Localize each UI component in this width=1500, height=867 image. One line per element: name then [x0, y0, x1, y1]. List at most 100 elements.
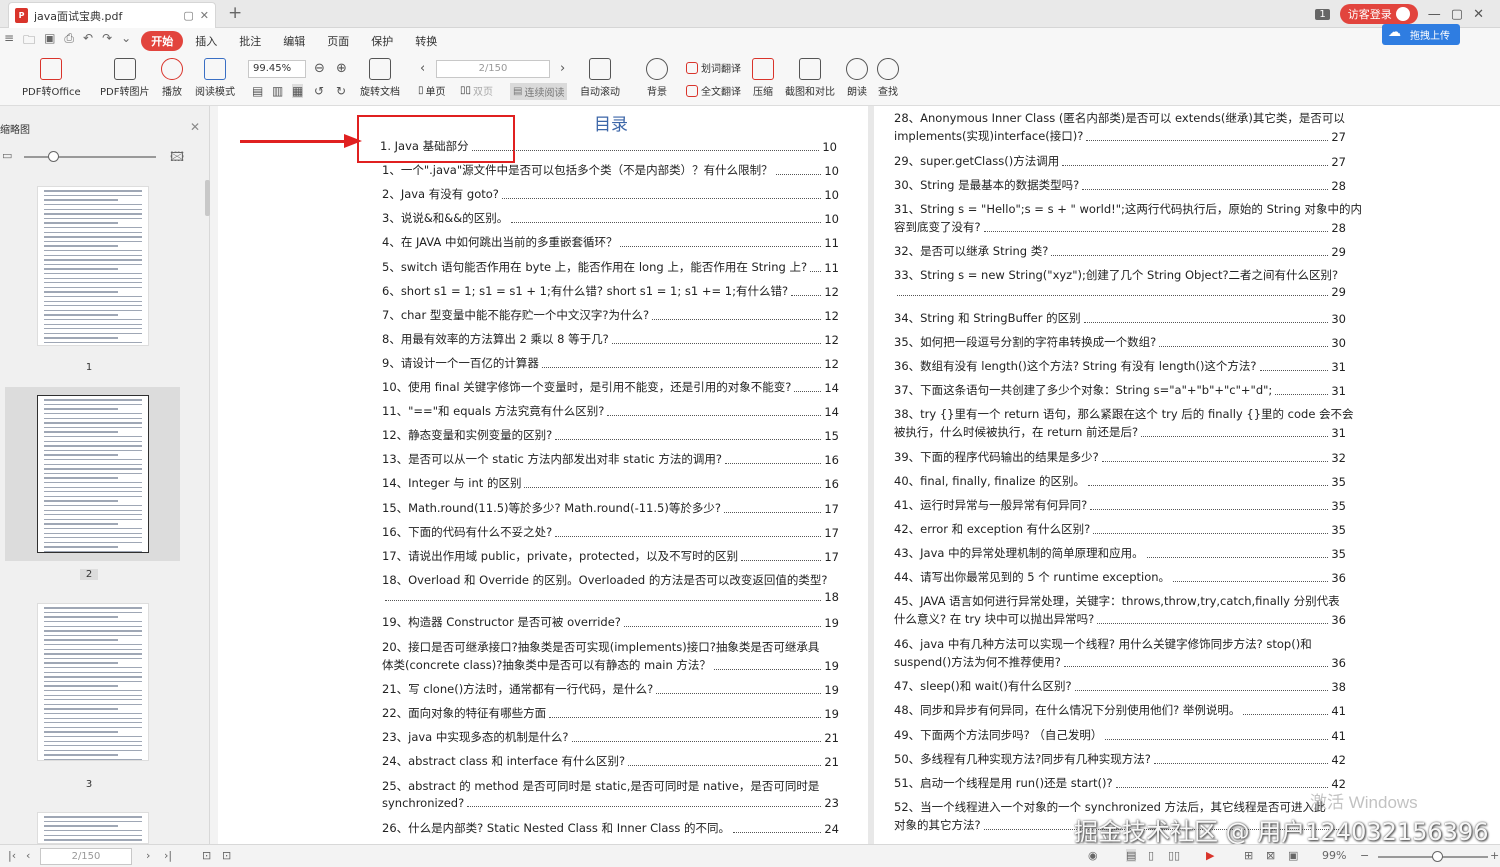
find-button[interactable]: 查找 — [877, 58, 899, 98]
zoom-select[interactable]: 99.45% — [248, 60, 306, 78]
toc-entry[interactable]: 50、多线程有几种实现方法?同步有几种实现方法? 42 — [894, 751, 1346, 767]
sidebar-close-icon[interactable]: ✕ — [190, 120, 200, 134]
toc-entry[interactable]: 39、下面的程序代码输出的结果是多少? 32 — [894, 449, 1346, 465]
menu-protect[interactable]: 保护 — [361, 31, 403, 51]
single-view-icon[interactable]: ▯ — [1148, 849, 1154, 862]
drag-upload-button[interactable]: ☁ 拖拽上传 — [1382, 24, 1460, 45]
auto-scroll-button[interactable]: 自动滚动 — [580, 58, 620, 98]
toc-entry[interactable]: 18、Overload 和 Override 的区别。Overloaded 的方… — [382, 572, 839, 604]
actual-size-status-icon[interactable]: ▣ — [1288, 849, 1298, 862]
toc-entry[interactable]: 48、同步和异步有何异同，在什么情况下分别使用他们? 举例说明。 41 — [894, 702, 1346, 718]
toc-entry[interactable]: 33、String s = new String("xyz");创建了几个 St… — [894, 267, 1346, 299]
menu-page[interactable]: 页面 — [317, 31, 359, 51]
compress-button[interactable]: 压缩 — [752, 58, 774, 98]
toc-entry[interactable]: 1. Java 基础部分 10 — [380, 138, 837, 154]
toc-entry[interactable]: 19、构造器 Constructor 是否可被 override? 19 — [382, 614, 839, 630]
forward-icon[interactable]: ⊡ — [222, 849, 231, 862]
double-page-button[interactable]: ▯▯ 双页 — [460, 83, 493, 98]
status-zoom-select[interactable]: 99% — [1322, 849, 1346, 862]
play-button[interactable]: 播放 — [161, 58, 183, 98]
thumbnail-size-slider[interactable]: ▭ 🖾 — [0, 146, 190, 166]
toc-entry[interactable]: 17、请说出作用域 public，private，protected，以及不写时… — [382, 548, 839, 564]
chevron-down-icon[interactable]: ⌄ — [121, 31, 131, 52]
toc-entry[interactable]: 34、String 和 StringBuffer 的区别 30 — [894, 310, 1346, 326]
minimize-icon[interactable]: — — [1428, 7, 1441, 22]
zoom-out-icon[interactable]: ⊖ — [314, 61, 325, 76]
tab-close-icon[interactable]: ✕ — [200, 9, 209, 22]
toc-entry[interactable]: 3、说说&和&&的区别。 10 — [382, 210, 839, 226]
toc-entry[interactable]: 2、Java 有没有 goto? 10 — [382, 186, 839, 202]
toc-entry[interactable]: 25、abstract 的 method 是否可同时是 static,是否可同时… — [382, 778, 839, 810]
toc-entry[interactable]: 49、下面两个方法同步吗? （自己发明） 41 — [894, 727, 1346, 743]
rotate-document-button[interactable]: 旋转文档 — [360, 58, 400, 98]
play-status-icon[interactable]: ▶ — [1206, 849, 1214, 862]
toc-entry[interactable]: 28、Anonymous Inner Class (匿名内部类)是否可以 ext… — [894, 110, 1346, 144]
next-page-icon[interactable]: › — [560, 61, 565, 76]
toc-entry[interactable]: 47、sleep()和 wait()有什么区别? 38 — [894, 678, 1346, 694]
zoom-out-status-icon[interactable]: − — [1360, 849, 1369, 862]
toc-entry[interactable]: 29、super.getClass()方法调用 27 — [894, 153, 1346, 169]
prev-page-icon[interactable]: ‹ — [420, 61, 425, 76]
background-button[interactable]: 背景 — [646, 58, 668, 98]
toc-entry[interactable]: 23、java 中实现多态的机制是什么? 21 — [382, 729, 839, 745]
toc-entry[interactable]: 4、在 JAVA 中如何跳出当前的多重嵌套循环？ 11 — [382, 234, 839, 250]
redo-icon[interactable]: ↷ — [102, 31, 112, 52]
toc-entry[interactable]: 42、error 和 exception 有什么区别? 35 — [894, 521, 1346, 537]
toc-entry[interactable]: 41、运行时异常与一般异常有何异同? 35 — [894, 497, 1346, 513]
thumbnail-page-4[interactable] — [5, 806, 180, 844]
toc-entry[interactable]: 22、面向对象的特征有哪些方面 19 — [382, 705, 839, 721]
last-page-icon[interactable]: ›| — [164, 849, 172, 862]
sidebar-scrollbar[interactable] — [205, 180, 210, 216]
toc-entry[interactable]: 30、String 是最基本的数据类型吗? 28 — [894, 177, 1346, 193]
zoom-in-icon[interactable]: ⊕ — [336, 61, 347, 76]
toc-entry[interactable]: 5、switch 语句能否作用在 byte 上，能否作用在 long 上，能否作… — [382, 259, 839, 275]
single-page-button[interactable]: ▯ 单页 — [418, 83, 446, 98]
toc-entry[interactable]: 44、请写出你最常见到的 5 个 runtime exception。 36 — [894, 569, 1346, 585]
toc-entry[interactable]: 10、使用 final 关键字修饰一个变量时，是引用不能变，还是引用的对象不能变… — [382, 379, 839, 395]
close-window-icon[interactable]: ✕ — [1473, 7, 1484, 22]
screenshot-compare-button[interactable]: 截图和对比 — [785, 58, 835, 98]
continuous-read-button[interactable]: ▤ 连续阅读 — [510, 83, 568, 100]
toc-entry[interactable]: 15、Math.round(11.5)等於多少? Math.round(-11.… — [382, 500, 839, 516]
toc-entry[interactable]: 13、是否可以从一个 static 方法内部发出对非 static 方法的调用?… — [382, 451, 839, 467]
read-aloud-button[interactable]: 朗读 — [846, 58, 868, 98]
rotate-left-icon[interactable]: ↺ — [314, 84, 324, 98]
toc-entry[interactable]: 51、启动一个线程是用 run()还是 start()? 42 — [894, 775, 1346, 791]
document-view[interactable]: 目录 1. Java 基础部分 10 1、一个".java"源文件中是否可以包括多个… — [218, 106, 1500, 844]
back-icon[interactable]: ⊡ — [202, 849, 211, 862]
menu-start[interactable]: 开始 — [141, 31, 184, 51]
pdf-to-image-button[interactable]: PDF转图片 — [100, 58, 149, 98]
toc-entry[interactable]: 1、一个".java"源文件中是否可以包括多个类（不是内部类）？有什么限制？ 10 — [382, 162, 839, 178]
document-tab[interactable]: P java面试宝典.pdf ▢ ✕ — [8, 2, 216, 28]
toc-entry[interactable]: 14、Integer 与 int 的区别 16 — [382, 475, 839, 491]
eye-icon[interactable]: ◉ — [1088, 849, 1098, 862]
toc-entry[interactable]: 12、静态变量和实例变量的区别? 15 — [382, 427, 839, 443]
toc-entry[interactable]: 7、char 型变量中能不能存贮一个中文汉字?为什么? 12 — [382, 307, 839, 323]
toc-entry[interactable]: 21、写 clone()方法时，通常都有一行代码，是什么? 19 — [382, 681, 839, 697]
next-page-status-icon[interactable]: › — [146, 849, 150, 862]
toc-entry[interactable]: 43、Java 中的异常处理机制的简单原理和应用。 35 — [894, 545, 1346, 561]
fit-width-status-icon[interactable]: ⊠ — [1266, 849, 1275, 862]
thumbnail-page-3[interactable] — [5, 595, 180, 769]
status-page-input[interactable]: 2/150 — [40, 848, 132, 865]
rotate-right-icon[interactable]: ↻ — [336, 84, 346, 98]
print-icon[interactable]: ⎙ — [64, 31, 74, 52]
menu-convert[interactable]: 转换 — [405, 31, 447, 51]
word-translate-button[interactable]: 划词翻译 — [686, 60, 741, 75]
toc-entry[interactable]: 24、abstract class 和 interface 有什么区别? 21 — [382, 753, 839, 769]
toc-entry[interactable]: 26、什么是内部类? Static Nested Class 和 Inner C… — [382, 820, 839, 836]
menu-edit[interactable]: 编辑 — [273, 31, 315, 51]
pdf-to-office-button[interactable]: PDF转Office — [22, 58, 81, 98]
page-number-input[interactable]: 2/150 — [436, 60, 550, 78]
actual-size-icon[interactable]: ▦ — [292, 84, 304, 98]
read-mode-button[interactable]: 阅读模式 — [195, 58, 235, 98]
status-zoom-knob[interactable] — [1432, 851, 1443, 862]
toc-entry[interactable]: 35、如何把一段逗号分割的字符串转换成一个数组? 30 — [894, 334, 1346, 350]
maximize-icon[interactable]: ▢ — [1451, 7, 1463, 22]
fit-width-icon[interactable]: ▥ — [272, 84, 283, 98]
first-page-icon[interactable]: |‹ — [8, 849, 16, 862]
toc-entry[interactable]: 31、String s = "Hello";s = s + " world!";… — [894, 201, 1362, 235]
toc-entry[interactable]: 20、接口是否可继承接口?抽象类是否可实现(implements)接口?抽象类是… — [382, 639, 839, 673]
thumbnail-page-1[interactable] — [5, 180, 180, 354]
double-view-icon[interactable]: ▯▯ — [1168, 849, 1180, 862]
